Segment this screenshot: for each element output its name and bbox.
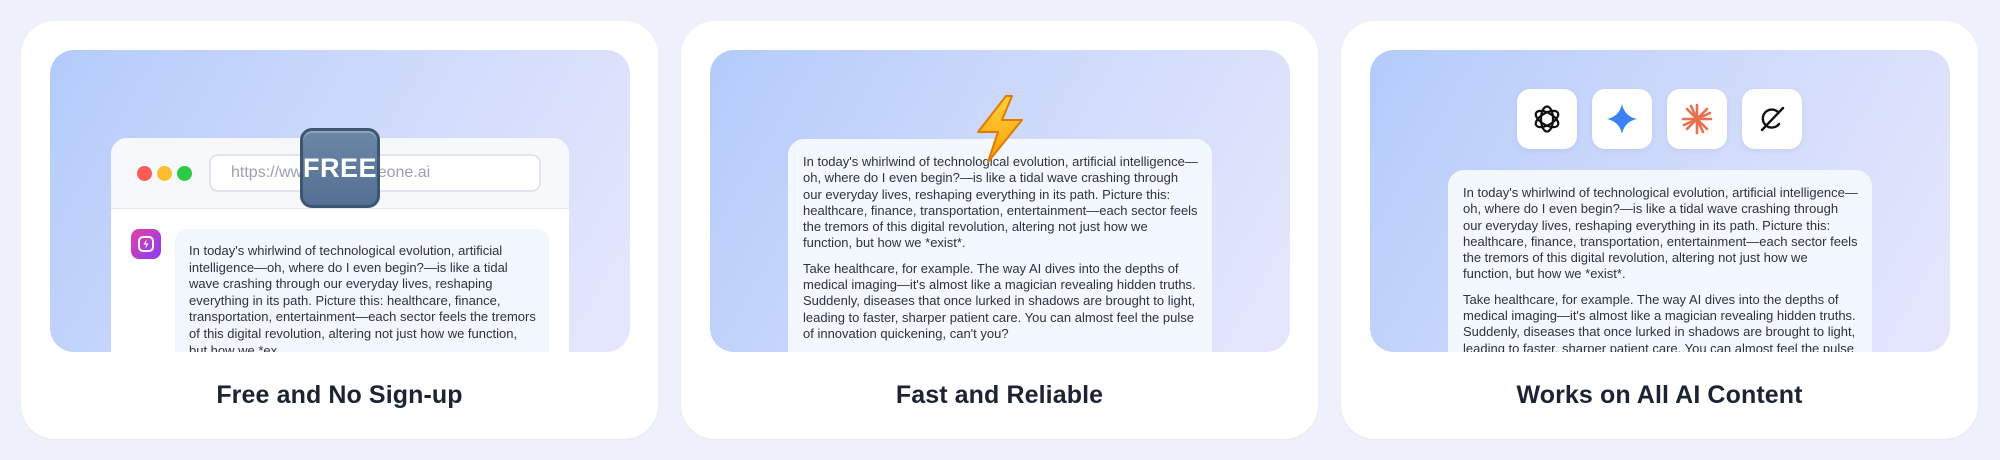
feature-card-free: https://www.humanizeone.ai In today's wh…: [21, 21, 658, 439]
sample-paragraph-2: Take healthcare, for example. The way AI…: [803, 260, 1196, 341]
chat-message-bubble: In today's whirlwind of technological ev…: [175, 229, 549, 352]
close-window-dot: [137, 166, 152, 181]
gemini-tile: [1592, 89, 1652, 149]
chatgpt-tile: [1517, 89, 1577, 149]
chatgpt-icon: [1534, 105, 1560, 133]
card-title-free: Free and No Sign-up: [216, 381, 463, 409]
sample-text-panel: In today's whirlwind of technological ev…: [1448, 170, 1872, 352]
feature-illustration-fast: In today's whirlwind of technological ev…: [710, 50, 1290, 352]
minimize-window-dot: [157, 166, 172, 181]
maximize-window-dot: [177, 166, 192, 181]
browser-content: In today's whirlwind of technological ev…: [111, 209, 569, 352]
feature-card-all-ai: In today's whirlwind of technological ev…: [1341, 21, 1978, 439]
free-badge-icon: FREE: [300, 128, 380, 208]
claude-tile: [1667, 89, 1727, 149]
sample-paragraph-1: In today's whirlwind of technological ev…: [1463, 185, 1858, 282]
sample-paragraph-2: Take healthcare, for example. The way AI…: [1463, 291, 1856, 352]
grok-tile: [1742, 89, 1802, 149]
feature-cards-row: https://www.humanizeone.ai In today's wh…: [0, 0, 2000, 460]
app-logo-icon: [131, 229, 161, 259]
card-title-all-ai: Works on All AI Content: [1516, 381, 1803, 409]
gemini-icon: [1607, 104, 1637, 134]
feature-illustration-all-ai: In today's whirlwind of technological ev…: [1370, 50, 1950, 352]
feature-illustration-free: https://www.humanizeone.ai In today's wh…: [50, 50, 630, 352]
card-title-fast: Fast and Reliable: [895, 381, 1104, 409]
grok-icon: [1760, 106, 1785, 132]
sample-paragraph-1: In today's whirlwind of technological ev…: [803, 154, 1198, 251]
feature-card-fast: In today's whirlwind of technological ev…: [681, 21, 1318, 439]
claude-icon: [1681, 103, 1713, 135]
sample-text-panel: In today's whirlwind of technological ev…: [788, 139, 1212, 352]
lightning-bolt-icon: [977, 95, 1023, 163]
